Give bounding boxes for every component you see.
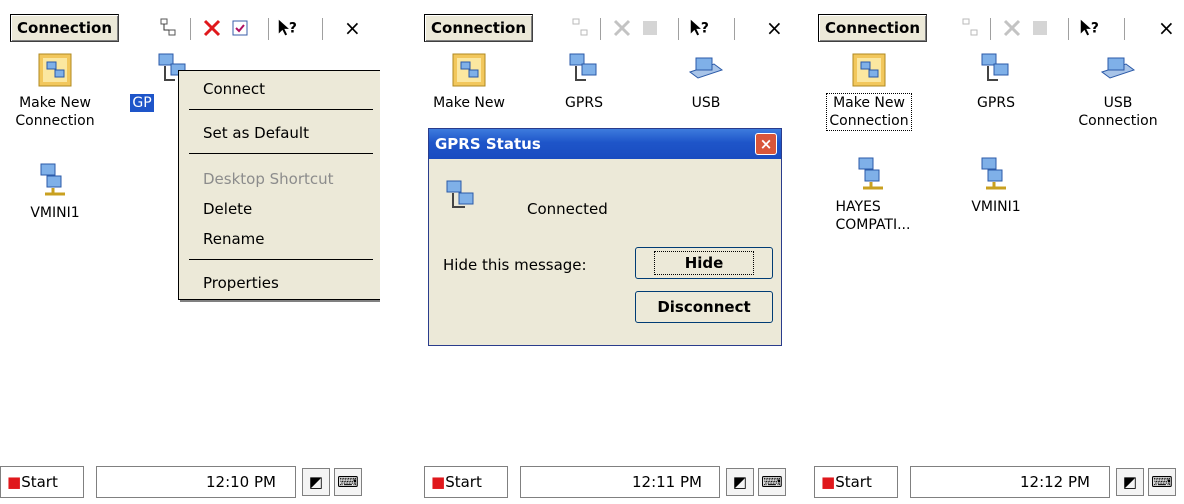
connection-menu-button[interactable]: Connection xyxy=(424,14,534,42)
icon-label: GPRS xyxy=(977,95,1015,111)
vmini1-connection-icon[interactable]: VMINI1 xyxy=(10,160,100,222)
screen-panel-2: Connection ? × Make New GPRS USB GPRS St… xyxy=(424,0,804,504)
help-icon[interactable]: ? xyxy=(1078,16,1102,40)
delete-icon[interactable] xyxy=(200,16,224,40)
network-computers-icon xyxy=(858,157,883,190)
network-computers-icon xyxy=(446,180,474,208)
icon-label-focused: Make New Connection xyxy=(826,93,912,131)
menu-item-desktop-shortcut: Desktop Shortcut xyxy=(203,170,334,188)
icon-label: USB Connection xyxy=(1078,95,1158,129)
taskbar: ■Start 12:12 PM ◩ ⌨ xyxy=(814,462,1184,502)
network-computers-icon xyxy=(981,53,1009,81)
screen-panel-1: Connection ? × Make New Connection GP VM… xyxy=(0,0,380,504)
start-button[interactable]: ■Start xyxy=(814,466,898,498)
delete-icon xyxy=(610,16,634,40)
windows-flag-icon: ■ xyxy=(431,473,446,491)
delete-icon xyxy=(1000,16,1024,40)
context-menu: Connect Set as Default Desktop Shortcut … xyxy=(178,70,380,300)
menu-item-properties[interactable]: Properties xyxy=(203,273,279,293)
icon-label: VMINI1 xyxy=(30,205,80,221)
properties-icon xyxy=(958,16,982,40)
gprs-status-dialog: GPRS Status × Connected Hide this messag… xyxy=(428,128,782,346)
folder-network-icon xyxy=(38,53,72,87)
command-bar: Connection ? × xyxy=(424,8,804,48)
menu-item-rename[interactable]: Rename xyxy=(203,229,265,249)
dialog-title: GPRS Status xyxy=(429,129,781,159)
command-bar: Connection ? × xyxy=(0,8,380,48)
make-new-connection-icon[interactable]: Make New Connection xyxy=(814,50,924,131)
usb-computer-icon xyxy=(688,57,724,79)
windows-flag-icon: ■ xyxy=(821,473,836,491)
svg-text:?: ? xyxy=(701,21,709,37)
clock: 12:10 PM xyxy=(206,473,276,491)
set-default-icon xyxy=(638,16,662,40)
network-computers-icon xyxy=(569,53,597,81)
windows-flag-icon: ■ xyxy=(7,473,22,491)
help-icon[interactable]: ? xyxy=(276,16,300,40)
gprs-connection-icon[interactable]: GPRS xyxy=(946,50,1046,112)
disconnect-button[interactable]: Disconnect xyxy=(635,291,773,323)
network-computers-icon xyxy=(40,163,65,196)
make-new-connection-icon[interactable]: Make New xyxy=(424,50,524,112)
vmini1-connection-icon[interactable]: VMINI1 xyxy=(946,154,1046,216)
menu-item-delete[interactable]: Delete xyxy=(203,199,252,219)
network-computers-icon xyxy=(981,157,1006,190)
close-icon[interactable]: × xyxy=(344,14,361,42)
set-default-icon xyxy=(1028,16,1052,40)
svg-text:?: ? xyxy=(289,21,297,37)
taskbar: ■Start 12:11 PM ◩ ⌨ xyxy=(424,462,804,502)
keyboard-icon[interactable]: ⌨ xyxy=(334,468,362,496)
hide-button[interactable]: Hide xyxy=(635,247,773,279)
svg-text:?: ? xyxy=(1091,21,1099,37)
close-icon[interactable]: × xyxy=(1158,14,1175,42)
connection-status-text: Connected xyxy=(527,200,608,218)
connection-menu-button[interactable]: Connection xyxy=(818,14,928,42)
connection-menu-button[interactable]: Connection xyxy=(10,14,120,42)
menu-item-set-as-default[interactable]: Set as Default xyxy=(203,123,309,143)
usb-connection-icon[interactable]: USB Connection xyxy=(1058,50,1178,130)
set-default-icon[interactable] xyxy=(228,16,252,40)
command-bar: Connection ? × xyxy=(814,8,1184,48)
menu-separator xyxy=(189,153,373,155)
menu-separator xyxy=(189,109,373,111)
properties-icon xyxy=(568,16,592,40)
icon-label: GPRS xyxy=(565,95,603,111)
clock: 12:11 PM xyxy=(632,473,702,491)
usb-connection-icon[interactable]: USB xyxy=(656,50,756,112)
gprs-connection-icon[interactable]: GPRS xyxy=(534,50,634,112)
hayes-connection-icon[interactable]: HAYES COMPATI... xyxy=(818,154,928,234)
screen-panel-3: Connection ? × Make New Connection GPRS … xyxy=(814,0,1184,504)
keyboard-icon[interactable]: ⌨ xyxy=(1148,468,1176,496)
menu-item-connect[interactable]: Connect xyxy=(203,79,265,99)
usb-computer-icon xyxy=(1100,57,1136,79)
help-icon[interactable]: ? xyxy=(688,16,712,40)
dialog-close-button[interactable]: × xyxy=(755,133,777,155)
icon-label-selected: GP xyxy=(130,94,154,112)
clock: 12:12 PM xyxy=(1020,473,1090,491)
icon-label: Make New xyxy=(433,95,505,111)
folder-network-icon xyxy=(852,53,886,87)
menu-separator xyxy=(189,259,373,261)
icon-label: USB xyxy=(691,95,721,111)
icon-label: VMINI1 xyxy=(971,199,1021,215)
desktop-icon[interactable]: ◩ xyxy=(302,468,330,496)
folder-network-icon xyxy=(452,53,486,87)
make-new-connection-icon[interactable]: Make New Connection xyxy=(0,50,110,130)
icon-label: Make New Connection xyxy=(15,95,95,129)
desktop-icon[interactable]: ◩ xyxy=(1116,468,1144,496)
taskbar: ■Start 12:10 PM ◩ ⌨ xyxy=(0,462,380,502)
keyboard-icon[interactable]: ⌨ xyxy=(758,468,786,496)
close-icon[interactable]: × xyxy=(766,14,783,42)
start-button[interactable]: ■Start xyxy=(0,466,84,498)
hide-message-label: Hide this message: xyxy=(443,256,587,274)
start-button[interactable]: ■Start xyxy=(424,466,508,498)
desktop-icon[interactable]: ◩ xyxy=(726,468,754,496)
icon-label: HAYES COMPATI... xyxy=(835,199,911,233)
properties-icon[interactable] xyxy=(156,16,180,40)
